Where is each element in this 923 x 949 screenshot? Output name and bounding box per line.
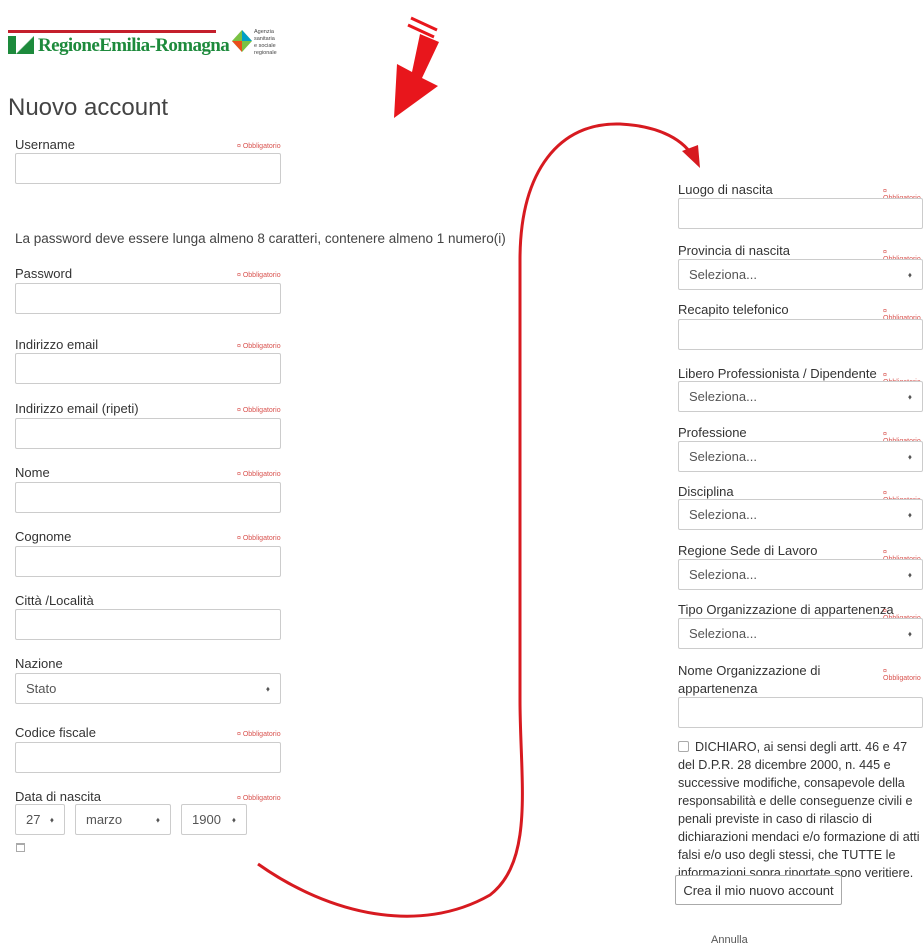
cancel-link[interactable]: Annulla — [711, 934, 748, 946]
required-badge: ¤ Obbligatorio — [237, 795, 281, 802]
declaration-text: DICHIARO, ai sensi degli artt. 46 e 47 d… — [678, 740, 920, 880]
month-select-value: marzo — [86, 812, 123, 827]
required-badge: ¤ Obbligatorio — [237, 407, 281, 414]
month-select[interactable]: marzo ♦ — [75, 804, 171, 835]
nazione-select-value: Stato — [26, 681, 57, 696]
annotation-arrowhead-icon — [682, 145, 700, 168]
tipo-org-select[interactable]: Seleziona... ♦ — [678, 618, 923, 649]
select-caret-icon: ♦ — [907, 392, 912, 401]
declaration-checkbox[interactable] — [678, 741, 689, 752]
disciplina-select-value: Seleziona... — [689, 507, 757, 522]
provincia-select[interactable]: Seleziona... ♦ — [678, 259, 923, 290]
provincia-label: Provincia di nascita — [678, 243, 790, 258]
tipo-org-select-value: Seleziona... — [689, 626, 757, 641]
agency-logo-text: Agenzia sanitaria e sociale regionale — [254, 29, 277, 56]
email-input[interactable] — [15, 353, 281, 384]
regione-logo-text: RegioneEmilia-Romagna — [38, 35, 230, 56]
required-badge: ¤ Obbligatorio — [237, 731, 281, 738]
year-select-value: 1900 — [192, 812, 221, 827]
nazione-select[interactable]: Stato ♦ — [15, 673, 281, 704]
select-caret-icon: ♦ — [907, 510, 912, 519]
nome-label: Nome — [15, 465, 50, 480]
professione-label: Professione — [678, 425, 747, 440]
nazione-label: Nazione — [15, 656, 63, 671]
regione-select[interactable]: Seleziona... ♦ — [678, 559, 923, 590]
calendar-icon[interactable] — [16, 843, 25, 852]
select-caret-icon: ♦ — [49, 815, 54, 824]
password-label: Password — [15, 266, 73, 281]
nome-org-input[interactable] — [678, 697, 923, 728]
required-badge: ¤ Obbligatorio — [237, 471, 281, 478]
year-select[interactable]: 1900 ♦ — [181, 804, 247, 835]
disciplina-label: Disciplina — [678, 484, 734, 499]
select-caret-icon: ♦ — [907, 452, 912, 461]
nome-input[interactable] — [15, 482, 281, 513]
required-badge: ¤ Obbligatorio — [237, 535, 281, 542]
regione-label: Regione Sede di Lavoro — [678, 543, 818, 558]
professione-select[interactable]: Seleziona... ♦ — [678, 441, 923, 472]
email-repeat-label: Indirizzo email (ripeti) — [15, 401, 139, 416]
luogo-input[interactable] — [678, 198, 923, 229]
luogo-label: Luogo di nascita — [678, 182, 773, 197]
agency-logo-icon — [232, 30, 252, 52]
select-caret-icon: ♦ — [155, 815, 160, 824]
nome-org-label: Nome Organizzazione di appartenenza — [678, 663, 821, 696]
provincia-select-value: Seleziona... — [689, 267, 757, 282]
codice-fiscale-label: Codice fiscale — [15, 725, 96, 740]
cognome-input[interactable] — [15, 546, 281, 577]
annotation-arrow-icon — [394, 16, 439, 118]
libero-select[interactable]: Seleziona... ♦ — [678, 381, 923, 412]
regione-logo: RegioneEmilia-Romagna — [8, 30, 230, 58]
required-badge: ¤ Obbligatorio — [237, 272, 281, 279]
libero-label: Libero Professionista / Dipendente — [678, 366, 877, 381]
regione-select-value: Seleziona... — [689, 567, 757, 582]
declaration-checkbox-row[interactable]: DICHIARO, ai sensi degli artt. 46 e 47 d… — [678, 738, 923, 882]
page-title: Nuovo account — [8, 94, 169, 121]
required-badge: ¤ Obbligatorio — [883, 668, 921, 682]
citta-input[interactable] — [15, 609, 281, 640]
codice-fiscale-input[interactable] — [15, 742, 281, 773]
create-account-button[interactable]: Crea il mio nuovo account — [675, 875, 842, 905]
username-input[interactable] — [15, 153, 281, 184]
recapito-label: Recapito telefonico — [678, 302, 789, 317]
libero-select-value: Seleziona... — [689, 389, 757, 404]
select-caret-icon: ♦ — [907, 629, 912, 638]
select-caret-icon: ♦ — [907, 270, 912, 279]
data-nascita-label: Data di nascita — [15, 789, 101, 804]
email-repeat-input[interactable] — [15, 418, 281, 449]
required-badge: ¤ Obbligatorio — [237, 343, 281, 350]
select-caret-icon: ♦ — [265, 684, 270, 693]
day-select-value: 27 — [26, 812, 41, 827]
professione-select-value: Seleziona... — [689, 449, 757, 464]
citta-label: Città /Località — [15, 593, 94, 608]
recapito-input[interactable] — [678, 319, 923, 350]
disciplina-select[interactable]: Seleziona... ♦ — [678, 499, 923, 530]
username-label: Username — [15, 137, 75, 152]
select-caret-icon: ♦ — [907, 570, 912, 579]
password-input[interactable] — [15, 283, 281, 314]
email-label: Indirizzo email — [15, 337, 99, 352]
tipo-org-label: Tipo Organizzazione di appartenenza — [678, 602, 894, 617]
cognome-label: Cognome — [15, 529, 72, 544]
select-caret-icon: ♦ — [231, 815, 236, 824]
required-badge: ¤ Obbligatorio — [237, 143, 281, 150]
day-select[interactable]: 27 ♦ — [15, 804, 65, 835]
password-note: La password deve essere lunga almeno 8 c… — [15, 231, 506, 246]
agency-logo: Agenzia sanitaria e sociale regionale — [232, 24, 292, 60]
